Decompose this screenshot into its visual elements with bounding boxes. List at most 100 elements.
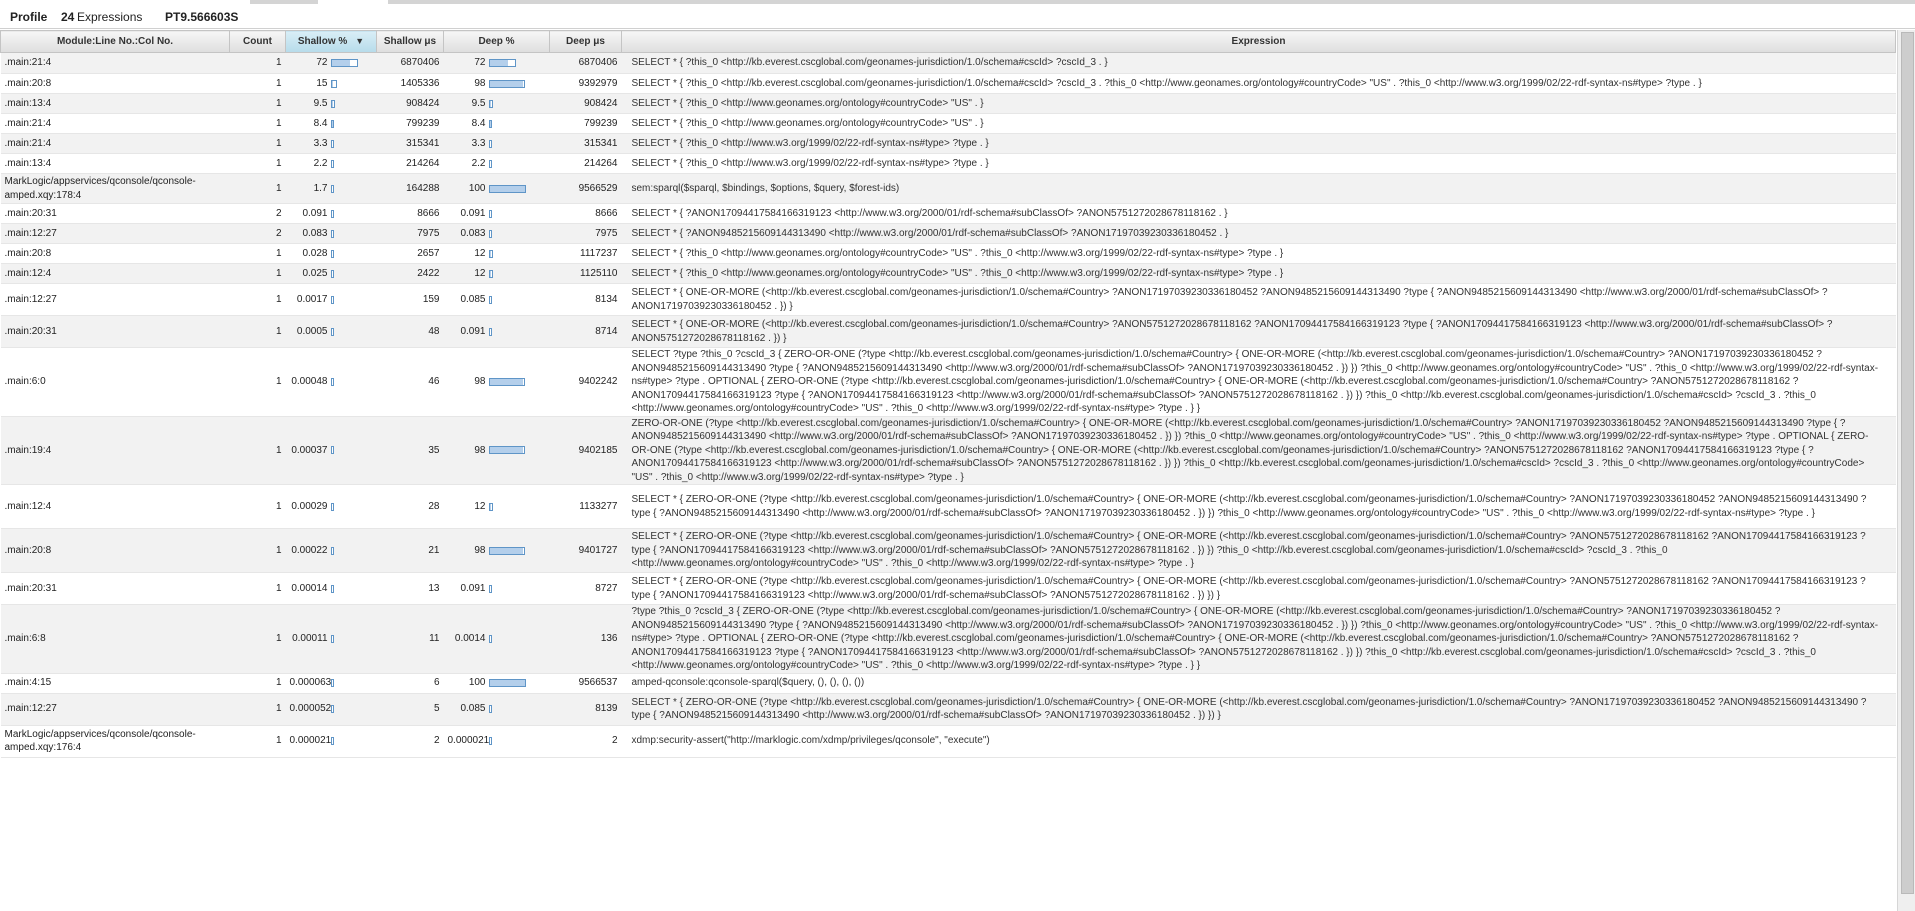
- deep-pct-bar-fill: [489, 547, 523, 554]
- shallow-pct-value: 0.00029: [291, 500, 328, 512]
- scrollbar-thumb[interactable]: [1901, 32, 1914, 894]
- shallow-pct-cell: 0.00022: [285, 528, 377, 573]
- deep-pct-bar: [488, 184, 526, 193]
- deep-us-cell: 9402185: [549, 416, 622, 485]
- table-row[interactable]: .main:19:4 1 0.00037 35 98 9402185 ZERO-OR-ONE…: [0, 416, 1896, 485]
- shallow-pct-cell: 0.00048: [285, 347, 377, 417]
- column-header-shallow-pct[interactable]: Shallow % ▼: [285, 30, 377, 53]
- deep-us-cell: 9566537: [549, 673, 622, 694]
- shallow-pct-value: 0.0017: [296, 293, 328, 305]
- shallow-pct-bar: [330, 59, 358, 67]
- table-row[interactable]: .main:13:4 1 2.2 214264 2.2 214264 SELECT * { …: [0, 153, 1896, 174]
- expression-cell: SELECT * { ONE-OR-MORE (<http://kb.evere…: [621, 283, 1896, 316]
- deep-us-cell: 1125110: [549, 263, 622, 284]
- table-row[interactable]: .main:20:31 2 0.091 8666 0.091 8666 SELECT * {…: [0, 203, 1896, 224]
- table-row[interactable]: .main:12:4 1 0.00029 28 12 1133277 SELECT * { …: [0, 484, 1896, 529]
- table-row[interactable]: .main:4:15 1 0.000063 6 100 9566537 amped-qcon…: [0, 673, 1896, 694]
- deep-us-cell: 315341: [549, 133, 622, 154]
- deep-pct-bar-fill: [489, 60, 508, 66]
- shallow-pct-wrap: 8.4: [290, 117, 373, 131]
- table-row[interactable]: .main:20:8 1 0.00022 21 98 9401727 SELECT * { …: [0, 528, 1896, 573]
- deep-pct-cell: 9.5: [443, 93, 550, 114]
- column-header-deep-pct[interactable]: Deep %: [443, 30, 550, 53]
- shallow-pct-bar: [330, 546, 334, 555]
- deep-pct-bar: [488, 119, 492, 128]
- shallow-pct-cell: 0.000063: [285, 673, 377, 694]
- shallow-us-cell: 46: [376, 347, 444, 417]
- shallow-pct-bar: [330, 269, 334, 278]
- table-row[interactable]: .main:12:4 1 0.025 2422 12 1125110 SELECT * { …: [0, 263, 1896, 284]
- shallow-pct-wrap: 3.3: [290, 137, 373, 151]
- shallow-us-cell: 2422: [376, 263, 444, 284]
- shallow-pct-wrap: 0.0017: [290, 293, 373, 307]
- deep-pct-cell: 100: [443, 673, 550, 694]
- table-row[interactable]: .main:6:0 1 0.00048 46 98 9402242 SELECT ?type…: [0, 347, 1896, 417]
- shallow-us-cell: 6870406: [376, 52, 444, 74]
- shallow-pct-bar: [330, 446, 334, 455]
- table-row[interactable]: .main:13:4 1 9.5 908424 9.5 908424 SELECT * { …: [0, 93, 1896, 114]
- table-row[interactable]: .main:21:4 1 3.3 315341 3.3 315341 SELECT * { …: [0, 133, 1896, 154]
- table-row[interactable]: .main:6:8 1 0.00011 11 0.0014 136 ?type ?this_…: [0, 604, 1896, 674]
- shallow-pct-cell: 1.7: [285, 173, 377, 204]
- shallow-pct-value: 1.7: [313, 182, 328, 194]
- deep-pct-cell: 0.085: [443, 693, 550, 726]
- shallow-pct-value: 3.3: [313, 137, 328, 149]
- shallow-pct-bar: [330, 377, 334, 386]
- table-row[interactable]: .main:12:27 1 0.0017 159 0.085 8134 SELECT * {…: [0, 283, 1896, 316]
- table-row[interactable]: .main:20:31 1 0.00014 13 0.091 8727 SELECT * {…: [0, 572, 1896, 605]
- deep-us-cell: 9402242: [549, 347, 622, 417]
- shallow-pct-wrap: 0.028: [290, 247, 373, 261]
- deep-us-cell: 1117237: [549, 243, 622, 264]
- column-header-count[interactable]: Count: [229, 30, 286, 53]
- shallow-pct-value: 0.000063: [289, 677, 332, 689]
- deep-pct-bar: [488, 737, 492, 745]
- table-row[interactable]: .main:20:8 1 15 1405336 98 9392979 SELECT * { …: [0, 73, 1896, 94]
- shallow-pct-bar-fill: [331, 60, 350, 66]
- shallow-pct-wrap: 0.00022: [290, 544, 373, 558]
- table-row[interactable]: .main:20:31 1 0.0005 48 0.091 8714 SELECT * { …: [0, 315, 1896, 348]
- deep-pct-wrap: 98: [448, 444, 546, 458]
- shallow-pct-value: 0.000052: [289, 703, 332, 715]
- shallow-pct-wrap: 0.0005: [290, 325, 373, 339]
- table-row[interactable]: MarkLogic/appservices/qconsole/qconsole-…: [0, 173, 1896, 204]
- deep-pct-cell: 0.085: [443, 283, 550, 316]
- count-cell: 1: [229, 693, 286, 726]
- module-cell: .main:21:4: [0, 52, 230, 74]
- shallow-pct-cell: 0.0005: [285, 315, 377, 348]
- shallow-us-cell: 1405336: [376, 73, 444, 94]
- shallow-pct-wrap: 0.00029: [290, 500, 373, 514]
- deep-pct-cell: 3.3: [443, 133, 550, 154]
- table-row[interactable]: .main:20:8 1 0.028 2657 12 1117237 SELECT * { …: [0, 243, 1896, 264]
- shallow-pct-cell: 0.000021: [285, 725, 377, 758]
- shallow-pct-wrap: 0.00037: [290, 444, 373, 458]
- shallow-pct-value: 9.5: [313, 97, 328, 109]
- count-cell: 1: [229, 347, 286, 417]
- shallow-pct-wrap: 0.000052: [290, 702, 373, 716]
- shallow-us-cell: 315341: [376, 133, 444, 154]
- shallow-pct-bar: [330, 327, 334, 336]
- module-cell: .main:20:31: [0, 203, 230, 224]
- column-header-shallow-us[interactable]: Shallow μs: [376, 30, 444, 53]
- vertical-scrollbar[interactable]: [1897, 30, 1915, 911]
- table-row[interactable]: .main:21:4 1 72 6870406 72 6870406 SELECT * { …: [0, 52, 1896, 74]
- deep-us-cell: 136: [549, 604, 622, 674]
- shallow-pct-value: 0.083: [302, 227, 328, 239]
- table-row[interactable]: .main:12:27 1 0.000052 5 0.085 8139 SELECT * {…: [0, 693, 1896, 726]
- table-row[interactable]: .main:12:27 2 0.083 7975 0.083 7975 SELECT * {…: [0, 223, 1896, 244]
- deep-pct-bar-fill: [489, 378, 523, 385]
- expression-cell: SELECT * { ?this_0 <http://www.w3.org/19…: [621, 153, 1896, 174]
- column-header-shallow-pct-label: Shallow %: [297, 36, 348, 47]
- table-row[interactable]: .main:21:4 1 8.4 799239 8.4 799239 SELECT * { …: [0, 113, 1896, 134]
- deep-pct-value: 0.000021: [447, 735, 490, 747]
- shallow-pct-wrap: 0.000021: [290, 734, 373, 748]
- column-header-module[interactable]: Module:Line No.:Col No.: [0, 30, 230, 53]
- shallow-pct-cell: 3.3: [285, 133, 377, 154]
- deep-pct-value: 98: [474, 444, 486, 456]
- deep-pct-cell: 0.091: [443, 572, 550, 605]
- table-header-row: Module:Line No.:Col No. Count Shallow % ▼…: [0, 30, 1896, 53]
- table-row[interactable]: MarkLogic/appservices/qconsole/qconsole-…: [0, 725, 1896, 758]
- column-header-expression[interactable]: Expression: [621, 30, 1896, 53]
- column-header-deep-us[interactable]: Deep μs: [549, 30, 622, 53]
- count-cell: 1: [229, 243, 286, 264]
- shallow-pct-wrap: 72: [290, 56, 373, 70]
